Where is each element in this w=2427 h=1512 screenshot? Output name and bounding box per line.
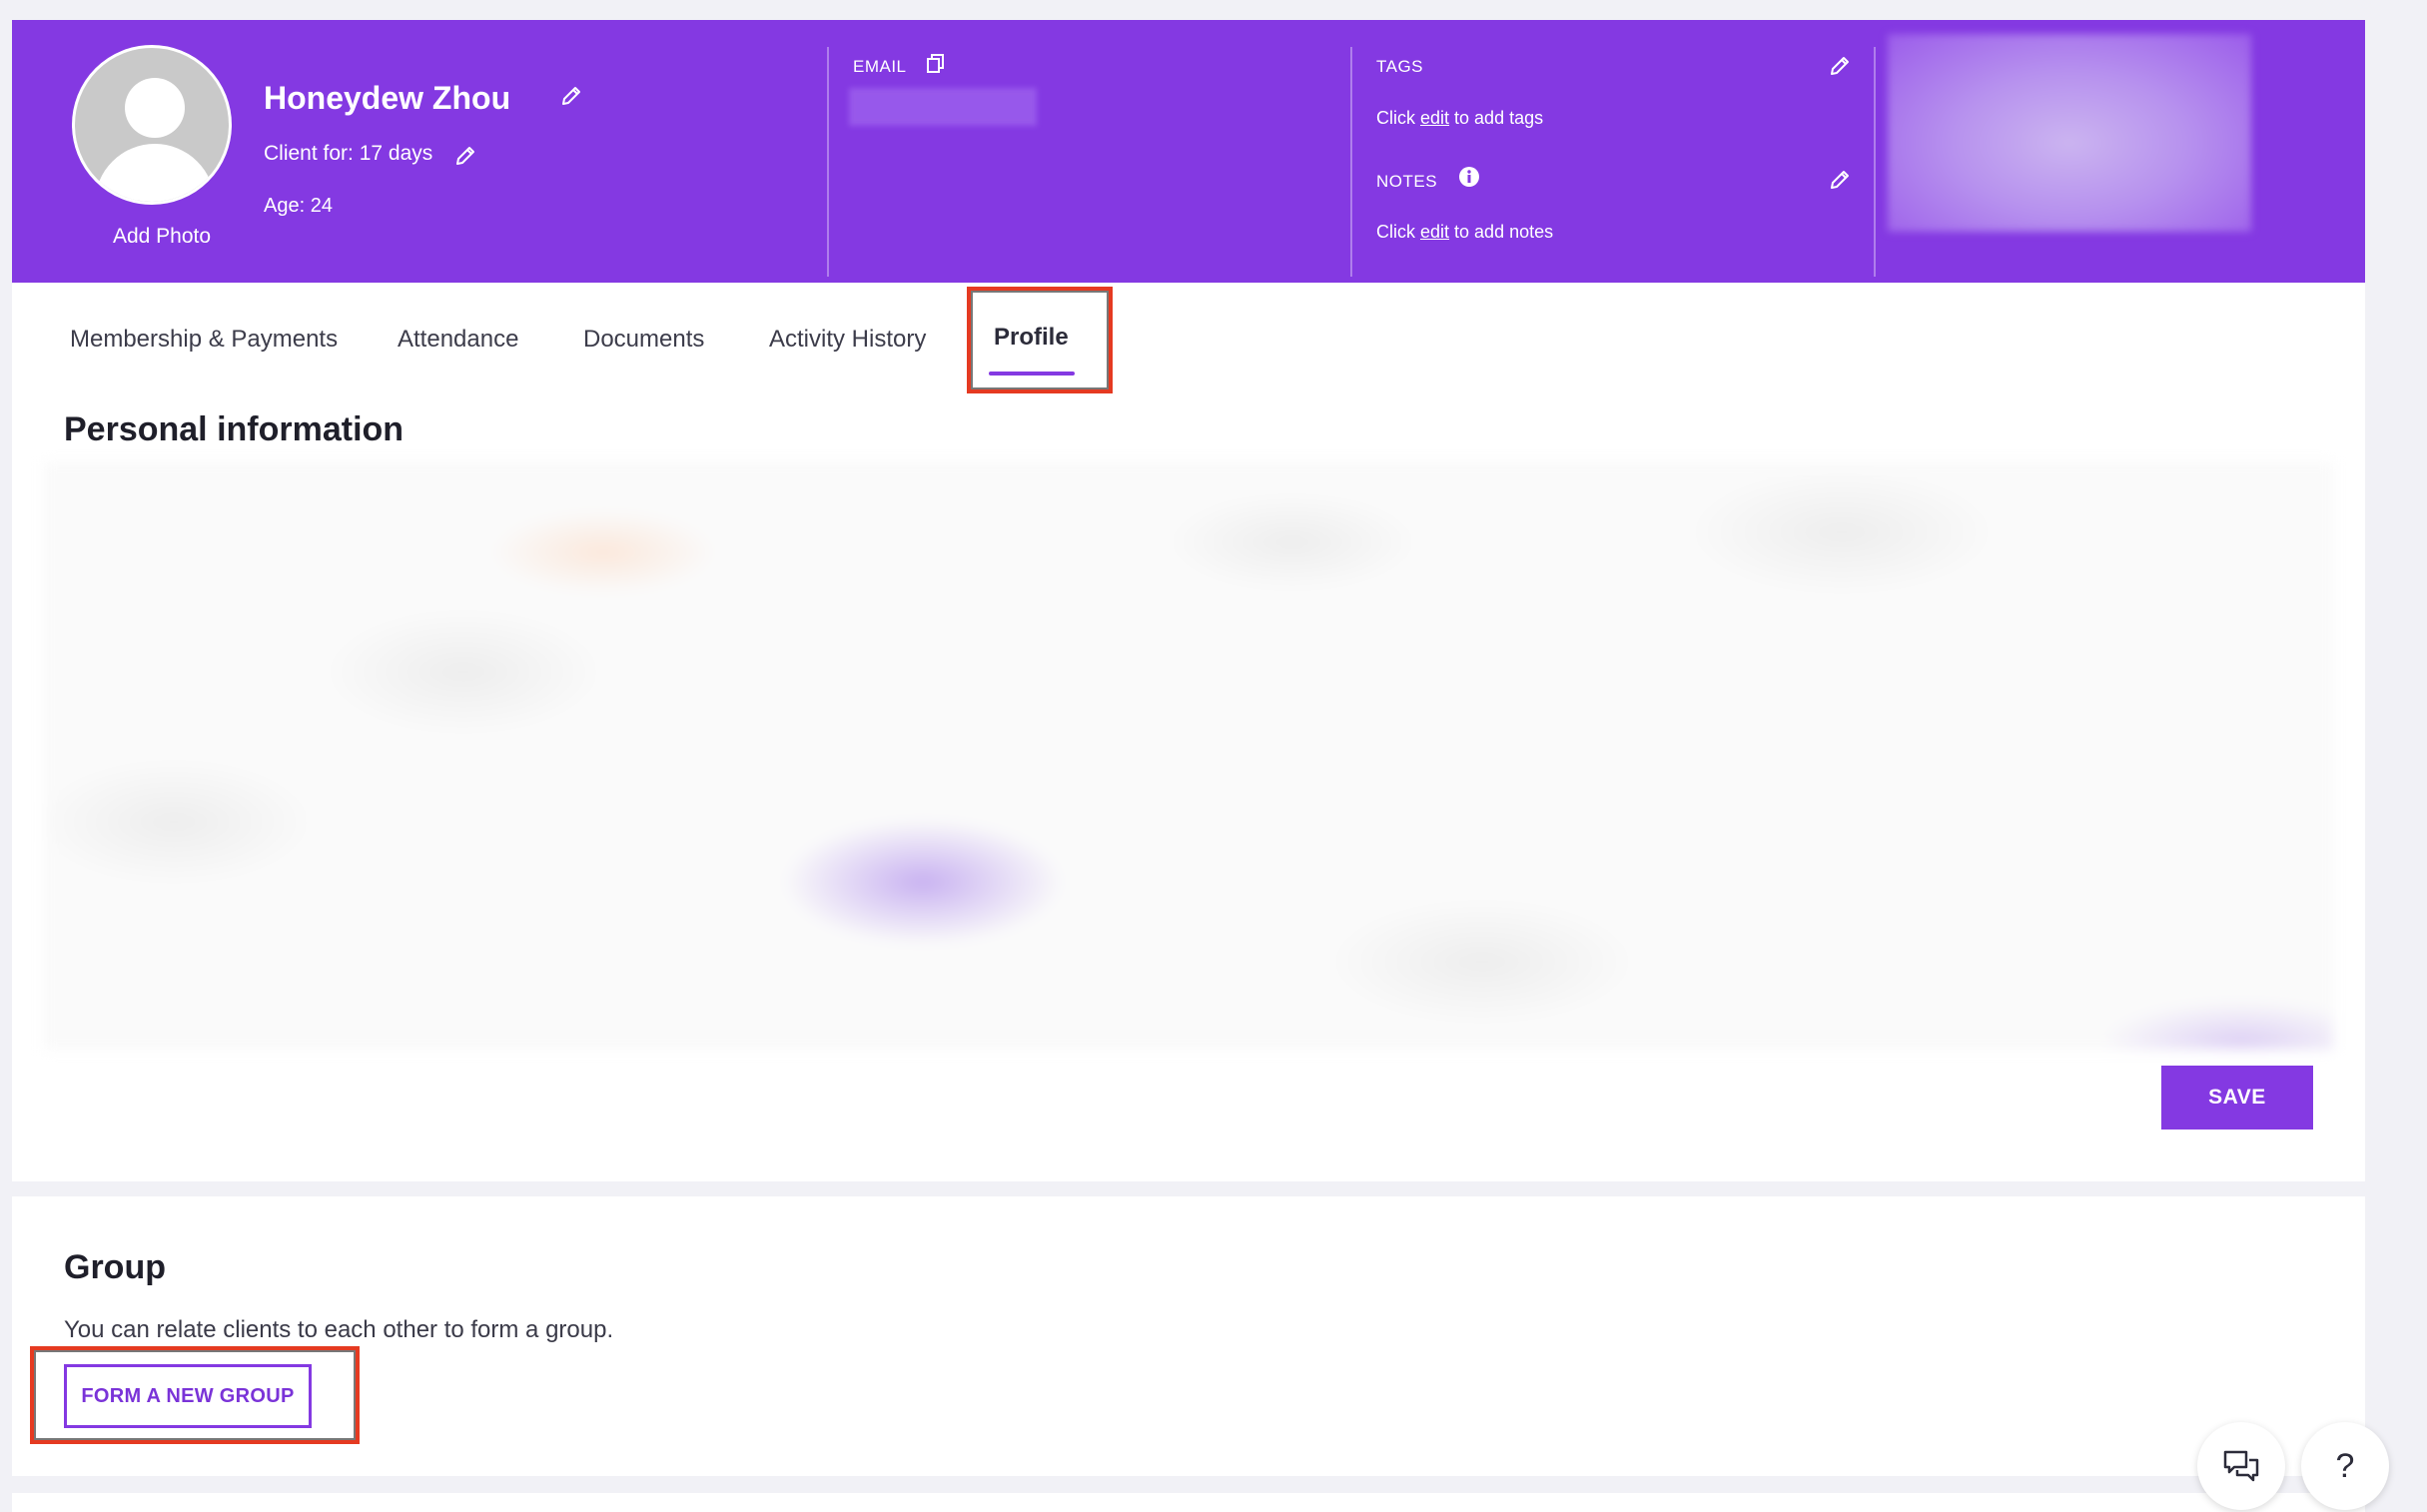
- highlight-box-profile-tab: [967, 287, 1113, 393]
- header-divider: [1350, 47, 1352, 277]
- avatar[interactable]: [72, 45, 232, 205]
- tab-membership-payments[interactable]: Membership & Payments: [70, 326, 338, 354]
- personal-information-title: Personal information: [64, 410, 404, 448]
- notes-label: NOTES: [1376, 172, 1438, 191]
- tab-documents[interactable]: Documents: [583, 326, 704, 354]
- add-photo-link[interactable]: Add Photo: [52, 225, 272, 249]
- tags-edit-link[interactable]: edit: [1420, 108, 1449, 128]
- client-header: Add Photo Honeydew Zhou Client for: 17 d…: [12, 20, 2365, 283]
- chat-button[interactable]: [2197, 1422, 2285, 1510]
- client-name: Honeydew Zhou: [264, 80, 511, 116]
- group-card: Group You can relate clients to each oth…: [12, 1196, 2365, 1476]
- client-age: Age: 24: [264, 195, 333, 217]
- notes-hint-prefix: Click: [1376, 222, 1420, 242]
- personal-information-form-redacted: [44, 462, 2333, 1050]
- edit-client-for-pencil-icon[interactable]: [453, 144, 477, 168]
- help-icon: ?: [2335, 1446, 2355, 1485]
- group-description: You can relate clients to each other to …: [64, 1316, 614, 1343]
- email-value-redacted: [849, 88, 1037, 126]
- header-divider: [1874, 47, 1876, 277]
- edit-tags-pencil-icon[interactable]: [1828, 54, 1852, 78]
- tab-attendance[interactable]: Attendance: [398, 326, 518, 354]
- edit-name-pencil-icon[interactable]: [559, 84, 583, 108]
- photo-redacted: [1888, 34, 2251, 232]
- chat-bubbles-icon: [2223, 1450, 2259, 1482]
- copy-email-icon[interactable]: [927, 54, 945, 74]
- edit-notes-pencil-icon[interactable]: [1828, 168, 1852, 192]
- notes-hint: Click edit to add notes: [1376, 222, 1553, 243]
- tab-bar: Membership & Payments Attendance Documen…: [12, 283, 2365, 393]
- avatar-placeholder-head: [125, 78, 185, 138]
- tags-hint-suffix: to add tags: [1449, 108, 1544, 128]
- tags-hint: Click edit to add tags: [1376, 108, 1543, 129]
- profile-card: Membership & Payments Attendance Documen…: [12, 283, 2365, 1181]
- client-duration: Client for: 17 days: [264, 142, 433, 165]
- tags-label: TAGS: [1376, 57, 1424, 76]
- tab-activity-history[interactable]: Activity History: [769, 326, 926, 354]
- avatar-placeholder-body: [95, 144, 215, 202]
- next-card-edge: [12, 1493, 2365, 1512]
- save-button[interactable]: SAVE: [2161, 1066, 2313, 1130]
- group-title: Group: [64, 1248, 166, 1286]
- form-new-group-button[interactable]: FORM A NEW GROUP: [64, 1364, 312, 1428]
- header-divider: [827, 47, 829, 277]
- notes-info-icon[interactable]: [1458, 166, 1480, 188]
- notes-edit-link[interactable]: edit: [1420, 222, 1449, 242]
- tags-hint-prefix: Click: [1376, 108, 1420, 128]
- help-button[interactable]: ?: [2301, 1422, 2389, 1510]
- email-label: EMAIL: [853, 57, 907, 76]
- notes-hint-suffix: to add notes: [1449, 222, 1554, 242]
